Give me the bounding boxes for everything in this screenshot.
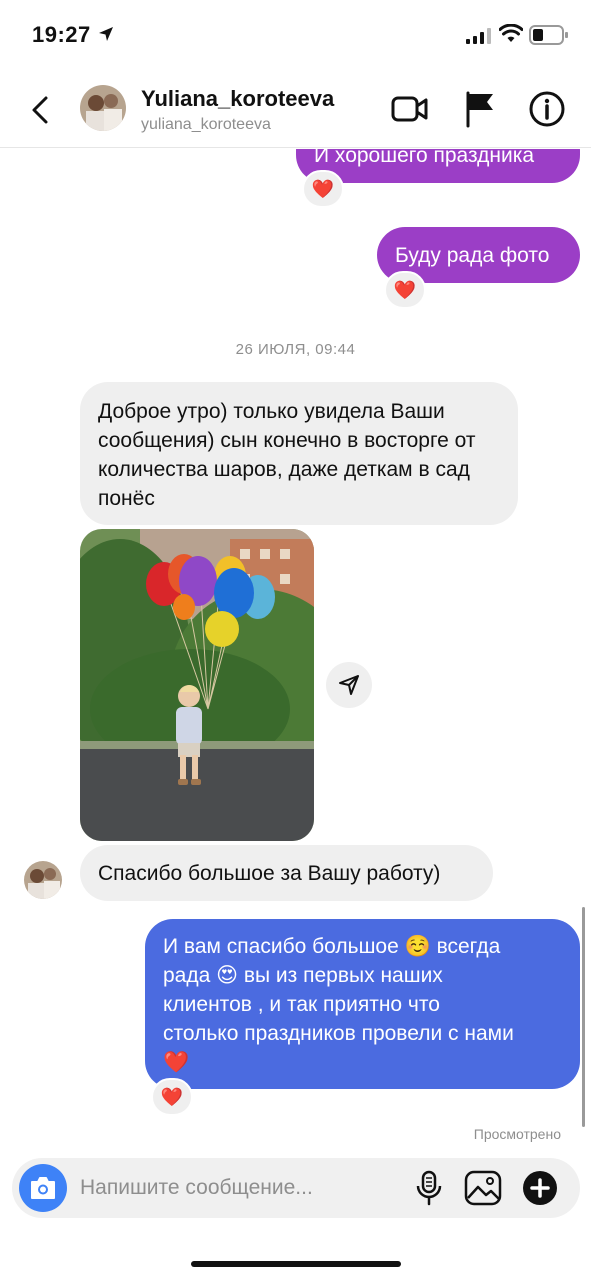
date-separator: 26 ИЮЛЯ, 09:44 [235, 341, 356, 358]
scrollbar[interactable] [582, 907, 585, 1127]
message-text: И хорошего праздника [314, 149, 535, 167]
message-bubble-outgoing[interactable]: И вам спасибо большое ☺️ всегда рада 😍 в… [145, 919, 580, 1089]
photo-message[interactable] [80, 529, 314, 841]
add-icon[interactable] [522, 1170, 558, 1206]
contact-name[interactable]: Yuliana_koroteeva [141, 86, 334, 112]
status-time: 19:27 [32, 22, 91, 47]
message-bubble-incoming[interactable]: Доброе утро) только увидела Ваши сообщен… [80, 382, 518, 525]
message-text-line: ❤️ [163, 1051, 190, 1074]
battery-icon [529, 25, 568, 45]
sender-avatar[interactable] [24, 861, 62, 899]
wifi-icon [499, 24, 523, 42]
location-arrow-icon [99, 27, 113, 41]
send-icon [339, 675, 359, 695]
video-call-icon[interactable] [391, 92, 429, 126]
message-text: Доброе утро) только увидела Ваши сообщен… [98, 400, 476, 510]
message-text-line: рада 😍 вы из первых наших [163, 964, 443, 987]
heart-icon: ❤️ [393, 279, 417, 300]
message-composer [12, 1158, 580, 1218]
heart-reaction[interactable]: ❤️ [151, 1078, 193, 1116]
seen-status: Просмотрено [473, 1126, 561, 1142]
heart-icon: ❤️ [311, 178, 335, 199]
share-button[interactable] [326, 662, 372, 708]
message-text-line: столько праздников провели с нами [163, 1022, 514, 1045]
status-bar: 19:27 [0, 0, 591, 70]
message-text: Буду рада фото [395, 244, 550, 267]
heart-reaction[interactable]: ❤️ [384, 271, 426, 309]
message-thread[interactable]: И хорошего праздника ❤️ Буду рада фото ❤… [0, 149, 591, 1149]
cellular-signal-icon [466, 28, 491, 44]
info-icon[interactable] [528, 90, 566, 128]
camera-button[interactable] [19, 1164, 67, 1212]
message-input[interactable] [80, 1168, 400, 1208]
gallery-icon[interactable] [464, 1170, 502, 1206]
home-indicator[interactable] [191, 1261, 401, 1267]
back-icon[interactable] [26, 90, 56, 130]
avatar[interactable] [80, 85, 126, 131]
contact-username[interactable]: yuliana_koroteeva [141, 116, 271, 134]
chat-header: Yuliana_koroteeva yuliana_koroteeva [0, 70, 591, 148]
message-text-line: клиентов , и так приятно что [163, 993, 440, 1016]
flag-icon[interactable] [463, 90, 497, 128]
message-bubble-incoming[interactable]: Спасибо большое за Вашу работу) [80, 845, 493, 901]
heart-reaction[interactable]: ❤️ [302, 170, 344, 208]
camera-icon [31, 1177, 55, 1199]
microphone-icon[interactable] [412, 1170, 446, 1206]
message-text-line: И вам спасибо большое ☺️ всегда [163, 935, 501, 958]
heart-icon: ❤️ [160, 1086, 184, 1107]
message-text: Спасибо большое за Вашу работу) [98, 862, 441, 885]
